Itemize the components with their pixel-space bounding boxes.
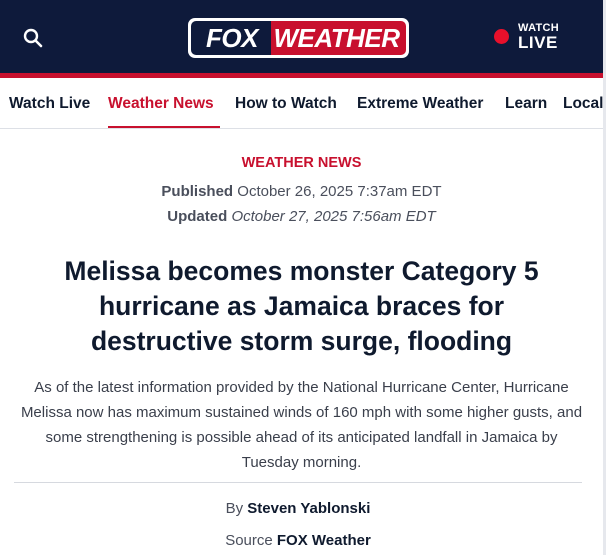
author-link[interactable]: Steven Yablonski	[247, 500, 370, 517]
nav-item-learn[interactable]: Learn	[505, 94, 547, 113]
active-tab-underline	[108, 126, 220, 128]
watch-live-button[interactable]: WATCH LIVE	[494, 22, 574, 52]
published-label: Published	[161, 183, 234, 200]
source-link[interactable]: FOX Weather	[277, 532, 371, 549]
published-date: Published October 26, 2025 7:37am EDT	[0, 182, 603, 201]
fox-weather-logo[interactable]: FOX WEATHER	[188, 18, 409, 58]
byline-source: Source FOX Weather	[0, 531, 596, 551]
nav-item-extreme-weather[interactable]: Extreme Weather	[357, 94, 483, 113]
live-label: LIVE	[518, 33, 558, 52]
top-header-bar: FOX WEATHER WATCH LIVE	[0, 0, 603, 73]
published-value: October 26, 2025 7:37am EDT	[237, 183, 442, 200]
logo-weather-text: WEATHER	[271, 21, 406, 55]
logo-fox-text: FOX	[191, 21, 271, 55]
byline-divider	[14, 482, 582, 483]
article-category[interactable]: WEATHER NEWS	[0, 155, 603, 171]
updated-value: October 27, 2025 7:56am EDT	[231, 208, 436, 225]
updated-date: Updated October 27, 2025 7:56am EDT	[0, 207, 603, 226]
article-summary: As of the latest information provided by…	[20, 379, 583, 471]
source-label: Source	[225, 532, 273, 549]
live-dot-icon	[494, 29, 509, 44]
byline-author: By Steven Yablonski	[0, 499, 596, 519]
nav-item-watch-live[interactable]: Watch Live	[9, 94, 90, 113]
updated-label: Updated	[167, 208, 228, 225]
nav-item-how-to-watch[interactable]: How to Watch	[235, 94, 337, 113]
by-label: By	[225, 500, 244, 517]
article-headline: Melissa becomes monster Category 5 hurri…	[64, 256, 539, 356]
search-icon[interactable]	[23, 28, 43, 48]
nav-item-local[interactable]: Local	[563, 94, 603, 113]
main-nav: Watch Live Weather News How to Watch Ext…	[0, 78, 603, 129]
nav-item-weather-news[interactable]: Weather News	[108, 94, 214, 113]
